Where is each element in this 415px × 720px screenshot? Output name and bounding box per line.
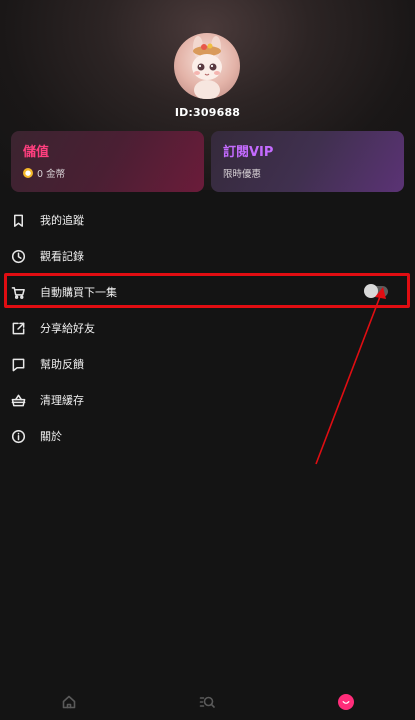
menu-item-auto-buy[interactable]: 自動購買下一集 [0, 274, 415, 310]
menu-item-label: 關於 [40, 430, 62, 443]
info-icon [11, 429, 26, 444]
menu-item-about[interactable]: 關於 [0, 418, 415, 454]
share-icon [11, 321, 26, 336]
menu-item-feedback[interactable]: 幫助反饋 [0, 346, 415, 382]
nav-home-button[interactable] [0, 684, 138, 720]
menu-item-label: 自動購買下一集 [40, 286, 117, 299]
menu-item-label: 幫助反饋 [40, 358, 84, 371]
toggle-knob [364, 284, 378, 298]
bunny-avatar-icon [192, 36, 222, 99]
vip-title: 訂閱VIP [223, 145, 274, 160]
chat-icon [11, 357, 26, 372]
vip-card[interactable]: 訂閱VIP 限時優惠 [211, 131, 404, 192]
recharge-title: 儲值 [23, 145, 50, 160]
avatar[interactable] [174, 33, 240, 99]
menu-item-label: 清理緩存 [40, 394, 84, 407]
home-icon [62, 695, 76, 709]
bookmark-icon [11, 213, 26, 228]
nav-me-button[interactable] [277, 684, 415, 720]
menu-item-label: 分享給好友 [40, 322, 95, 335]
menu-item-label: 我的追蹤 [40, 214, 84, 227]
auto-buy-toggle[interactable] [364, 284, 388, 298]
menu-item-history[interactable]: 觀看記錄 [0, 238, 415, 274]
menu-item-clear-cache[interactable]: 清理緩存 [0, 382, 415, 418]
search-icon [200, 696, 216, 708]
coin-balance: 0 金幣 [37, 169, 66, 180]
nav-discover-button[interactable] [138, 684, 276, 720]
user-id: ID:309688 [174, 106, 241, 119]
coin-icon: ● [23, 168, 33, 178]
menu-item-following[interactable]: 我的追蹤 [0, 202, 415, 238]
cart-icon [11, 285, 26, 300]
bottom-nav [0, 684, 415, 720]
smile-icon [337, 694, 354, 710]
menu-item-label: 觀看記錄 [40, 250, 84, 263]
clock-icon [11, 249, 26, 264]
basket-icon [11, 393, 26, 408]
menu-item-share[interactable]: 分享給好友 [0, 310, 415, 346]
recharge-card[interactable]: 儲值 ● 0 金幣 [11, 131, 204, 192]
vip-subtitle: 限時優惠 [223, 169, 262, 180]
